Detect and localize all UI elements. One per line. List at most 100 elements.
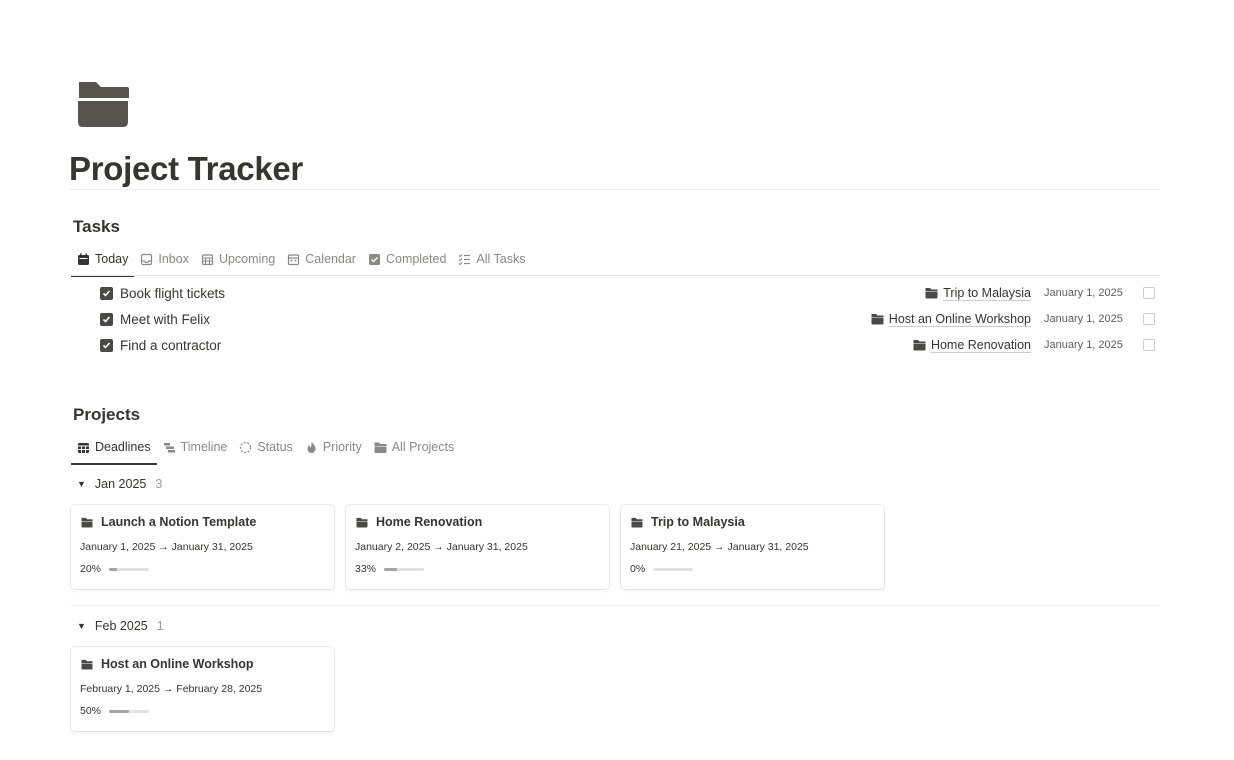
task-name[interactable]: Find a contractor — [120, 338, 221, 353]
task-flag-checkbox[interactable] — [1143, 339, 1155, 351]
collapse-triangle-icon[interactable]: ▼ — [77, 479, 86, 489]
tab-all-projects[interactable]: All Projects — [368, 433, 461, 461]
task-checkbox[interactable] — [100, 286, 113, 300]
progress-label: 50% — [80, 705, 102, 717]
tab-label: Deadlines — [95, 440, 151, 454]
calendar-grid-icon — [201, 253, 214, 265]
checkbox-icon — [368, 253, 380, 265]
loading-circle-icon — [240, 441, 252, 453]
progress-label: 20% — [80, 563, 102, 575]
tab-priority[interactable]: Priority — [299, 433, 368, 461]
group-count: 3 — [155, 477, 163, 491]
card-dates: January 21, 2025 → January 31, 2025 — [630, 541, 809, 553]
tab-label: All Tasks — [476, 252, 526, 266]
card-title: Home Renovation — [376, 515, 483, 529]
card-title: Trip to Malaysia — [651, 515, 745, 529]
checklist-icon — [459, 253, 471, 265]
tab-upcoming[interactable]: Upcoming — [195, 245, 281, 273]
check-icon — [102, 315, 111, 323]
progress-fill — [109, 567, 118, 571]
progress-label: 0% — [630, 563, 646, 575]
folder-icon — [81, 517, 93, 528]
group-label: Jan 2025 — [94, 477, 147, 491]
progress-bar — [109, 567, 150, 571]
task-project-link[interactable]: Home Renovation — [913, 338, 1031, 353]
task-name[interactable]: Book flight tickets — [120, 286, 225, 301]
folder-icon — [81, 659, 93, 670]
task-checkbox[interactable] — [100, 338, 113, 352]
folder-icon — [913, 340, 926, 351]
task-date: January 1, 2025 — [1044, 313, 1123, 325]
tab-status[interactable]: Status — [233, 433, 298, 461]
tasks-view-tabs: Today Inbox Upcoming Calendar Completed … — [71, 245, 532, 277]
projects-view-tabs: Deadlines Timeline Status Priority All P… — [71, 433, 461, 465]
inbox-icon — [141, 253, 153, 265]
group-divider — [71, 605, 1160, 606]
progress-label: 33% — [355, 563, 377, 575]
group-label: Feb 2025 — [94, 619, 148, 633]
folder-icon — [871, 314, 884, 325]
tab-today[interactable]: Today — [71, 245, 135, 277]
task-project-name: Host an Online Workshop — [888, 311, 1031, 327]
projects-heading[interactable]: Projects — [73, 405, 140, 425]
folder-icon — [374, 442, 387, 453]
progress-bar — [653, 567, 694, 571]
task-name[interactable]: Meet with Felix — [120, 312, 210, 327]
page-title: Project Tracker — [69, 150, 303, 187]
tab-all-tasks[interactable]: All Tasks — [452, 245, 531, 273]
task-date: January 1, 2025 — [1044, 339, 1123, 351]
tab-calendar[interactable]: Calendar — [281, 245, 362, 273]
check-icon — [102, 341, 111, 349]
task-flag-checkbox[interactable] — [1143, 287, 1155, 299]
folder-icon — [631, 517, 643, 528]
folder-icon — [925, 288, 938, 299]
tasks-heading[interactable]: Tasks — [73, 217, 120, 237]
tabs-divider — [71, 275, 1160, 276]
task-flag-checkbox[interactable] — [1143, 313, 1155, 325]
task-date: January 1, 2025 — [1044, 287, 1123, 299]
flame-icon — [307, 441, 316, 453]
card-title: Host an Online Workshop — [101, 657, 254, 671]
tab-label: Upcoming — [218, 252, 276, 266]
task-checkbox[interactable] — [100, 312, 113, 326]
tab-inbox[interactable]: Inbox — [134, 245, 195, 273]
tab-label: Priority — [322, 440, 362, 454]
task-row[interactable]: Find a contractor Home Renovation Januar… — [100, 333, 1160, 357]
task-row[interactable]: Book flight tickets Trip to Malaysia Jan… — [100, 281, 1160, 305]
calendar-icon — [288, 253, 300, 265]
card-dates: January 1, 2025 → January 31, 2025 — [80, 541, 253, 553]
card-dates: January 2, 2025 → January 31, 2025 — [355, 541, 528, 553]
tab-label: Today — [95, 252, 129, 266]
project-card[interactable]: Home Renovation January 2, 2025 → Januar… — [346, 505, 609, 589]
folder-icon[interactable] — [76, 80, 130, 128]
task-project-link[interactable]: Trip to Malaysia — [925, 286, 1031, 301]
timeline-icon — [163, 442, 175, 452]
task-project-name: Trip to Malaysia — [943, 285, 1031, 301]
task-row[interactable]: Meet with Felix Host an Online Workshop … — [100, 307, 1160, 331]
tab-label: Completed — [385, 252, 447, 266]
group-header[interactable]: ▼ Jan 2025 3 — [77, 477, 162, 491]
card-dates: February 1, 2025 → February 28, 2025 — [80, 683, 263, 695]
progress-bar — [384, 567, 425, 571]
title-divider — [69, 189, 1160, 190]
tab-label: Inbox — [158, 252, 189, 266]
tab-deadlines[interactable]: Deadlines — [71, 433, 157, 465]
project-card[interactable]: Host an Online Workshop February 1, 2025… — [71, 647, 334, 731]
card-title: Launch a Notion Template — [101, 515, 257, 529]
tab-label: Timeline — [180, 440, 228, 454]
task-project-name: Home Renovation — [930, 337, 1031, 353]
progress-bar — [109, 709, 150, 713]
group-header[interactable]: ▼ Feb 2025 1 — [77, 619, 164, 633]
folder-icon — [356, 517, 368, 528]
tab-label: Calendar — [305, 252, 356, 266]
progress-fill — [384, 567, 398, 571]
project-card[interactable]: Launch a Notion Template January 1, 2025… — [71, 505, 334, 589]
progress-fill — [109, 709, 130, 713]
check-icon — [102, 289, 111, 297]
project-card[interactable]: Trip to Malaysia January 21, 2025 → Janu… — [621, 505, 884, 589]
tab-timeline[interactable]: Timeline — [157, 433, 234, 461]
tab-completed[interactable]: Completed — [362, 245, 452, 273]
tab-label: All Projects — [391, 440, 455, 454]
collapse-triangle-icon[interactable]: ▼ — [77, 621, 86, 631]
task-project-link[interactable]: Host an Online Workshop — [871, 312, 1031, 327]
